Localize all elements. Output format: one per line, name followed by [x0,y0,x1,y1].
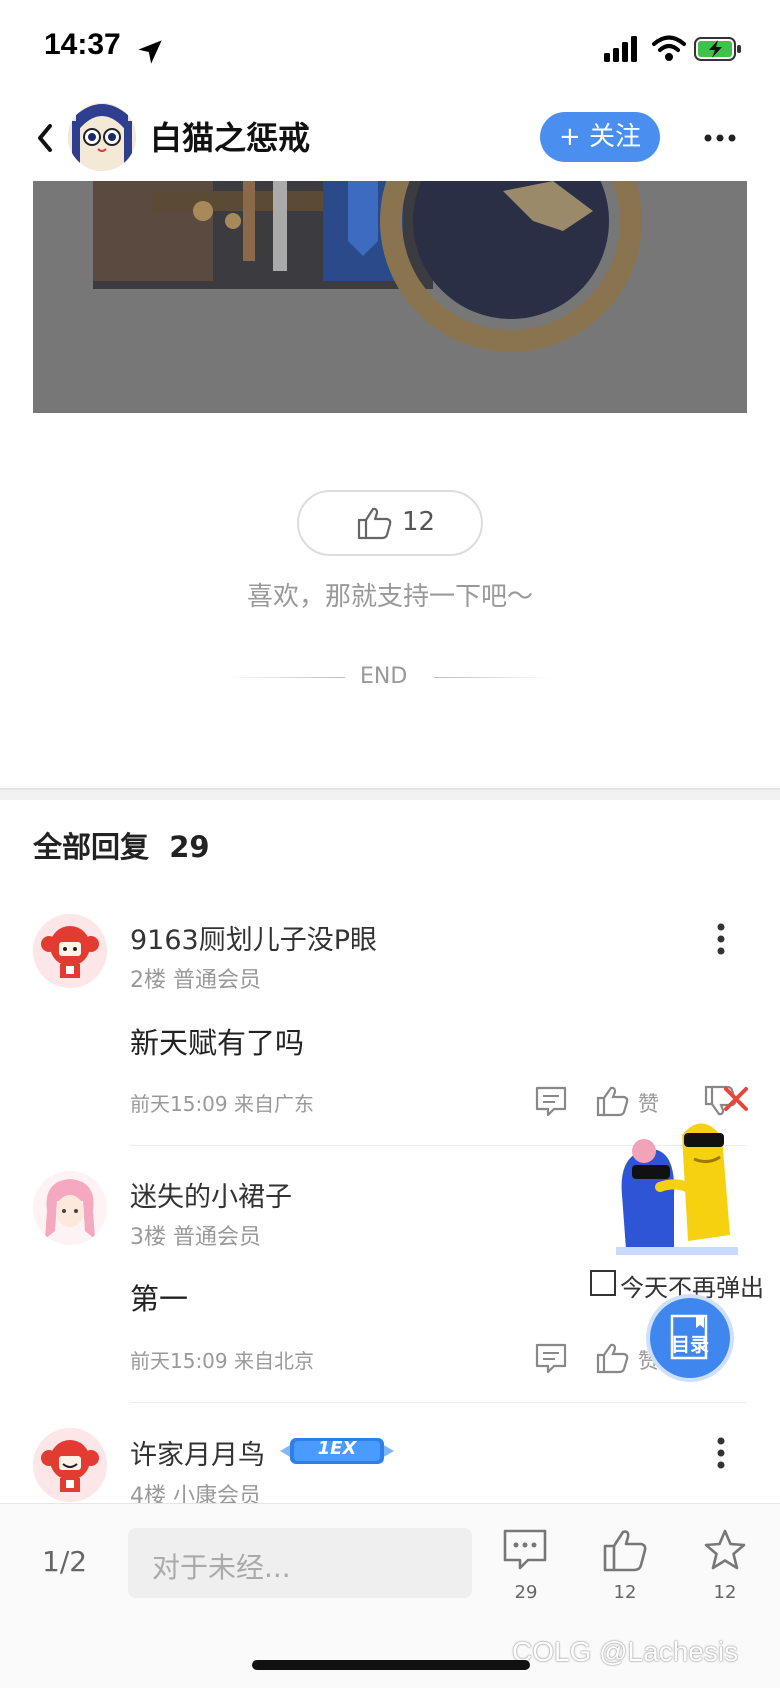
replies-header: 全部回复 29 [33,824,210,866]
comment-like-label[interactable]: 赞 [638,1088,659,1118]
like-hint-text: 喜欢，那就支持一下吧～ [246,582,533,612]
like-count: 12 [613,1582,637,1603]
like-icon[interactable] [602,1528,648,1572]
commenter-avatar[interactable] [33,1428,107,1502]
table-of-contents-button[interactable]: 目录 [650,1298,730,1378]
reply-input-placeholder: 对于未经... [152,1551,291,1584]
reply-comment-icon[interactable] [534,1342,568,1374]
back-arrow-icon[interactable] [32,118,58,158]
toc-label: 目录 [670,1334,709,1356]
post-image[interactable] [33,181,747,413]
end-divider-left [225,677,345,678]
member-badge-text: 1EX [317,1438,357,1459]
comment-more-icon[interactable] [716,1436,726,1470]
end-divider-right [434,677,554,678]
post-like-count: 12 [402,507,436,537]
comment-time: 前天15:09 来自北京 [130,1349,314,1373]
wifi-icon [652,35,686,61]
section-separator [0,788,780,800]
end-label: END [360,664,408,689]
commenter-avatar[interactable] [33,914,107,988]
comment-more-icon[interactable] [716,922,726,956]
favorite-star-icon[interactable] [702,1528,748,1572]
commenter-name[interactable]: 许家月月鸟 [130,1433,265,1472]
battery-charging-icon [694,37,741,61]
status-time: 14:37 [44,28,121,61]
comment-time: 前天15:09 来自广东 [130,1092,314,1116]
comment-text: 第一 [130,1282,189,1316]
watermark: COLG @Lachesis [512,1636,739,1667]
more-options-icon[interactable] [700,120,740,156]
author-avatar[interactable] [68,103,136,171]
comment-text: 新天赋有了吗 [130,1026,305,1060]
sticker-popup-image[interactable] [612,1115,742,1257]
commenter-avatar[interactable] [33,1171,107,1245]
cellular-signal-icon [604,36,637,62]
comment-floor-rank: 2楼 普通会员 [130,962,261,994]
home-indicator[interactable] [252,1660,530,1670]
location-arrow-icon [138,40,162,64]
popup-close-icon[interactable] [722,1085,750,1113]
comments-count: 29 [514,1582,538,1603]
page-title: 白猫之惩戒 [150,119,311,157]
comments-icon[interactable] [502,1528,548,1572]
thumbs-up-icon [357,507,392,540]
comment-divider [130,1402,747,1403]
thumbs-up-icon[interactable] [596,1085,630,1117]
follow-button[interactable]: + 关注 [540,112,660,162]
comment-floor: 3楼 [130,1225,166,1250]
commenter-name[interactable]: 迷失的小裙子 [130,1175,292,1214]
comment-rank: 普通会员 [173,968,262,993]
commenter-name[interactable]: 9163厕划儿子没P眼 [130,918,377,957]
reply-comment-icon[interactable] [534,1085,568,1117]
thumbs-up-icon[interactable] [596,1342,630,1374]
comment-floor: 2楼 [130,968,166,993]
member-badge: 1EX [280,1434,394,1468]
replies-label: 全部回复 [33,830,150,864]
comment-rank: 普通会员 [173,1225,262,1250]
favorite-count: 12 [713,1582,737,1603]
page-indicator[interactable]: 1/2 [42,1545,87,1578]
comment-floor-rank: 3楼 普通会员 [130,1219,261,1251]
dont-show-today-checkbox[interactable] [590,1270,616,1296]
replies-count: 29 [169,830,210,864]
